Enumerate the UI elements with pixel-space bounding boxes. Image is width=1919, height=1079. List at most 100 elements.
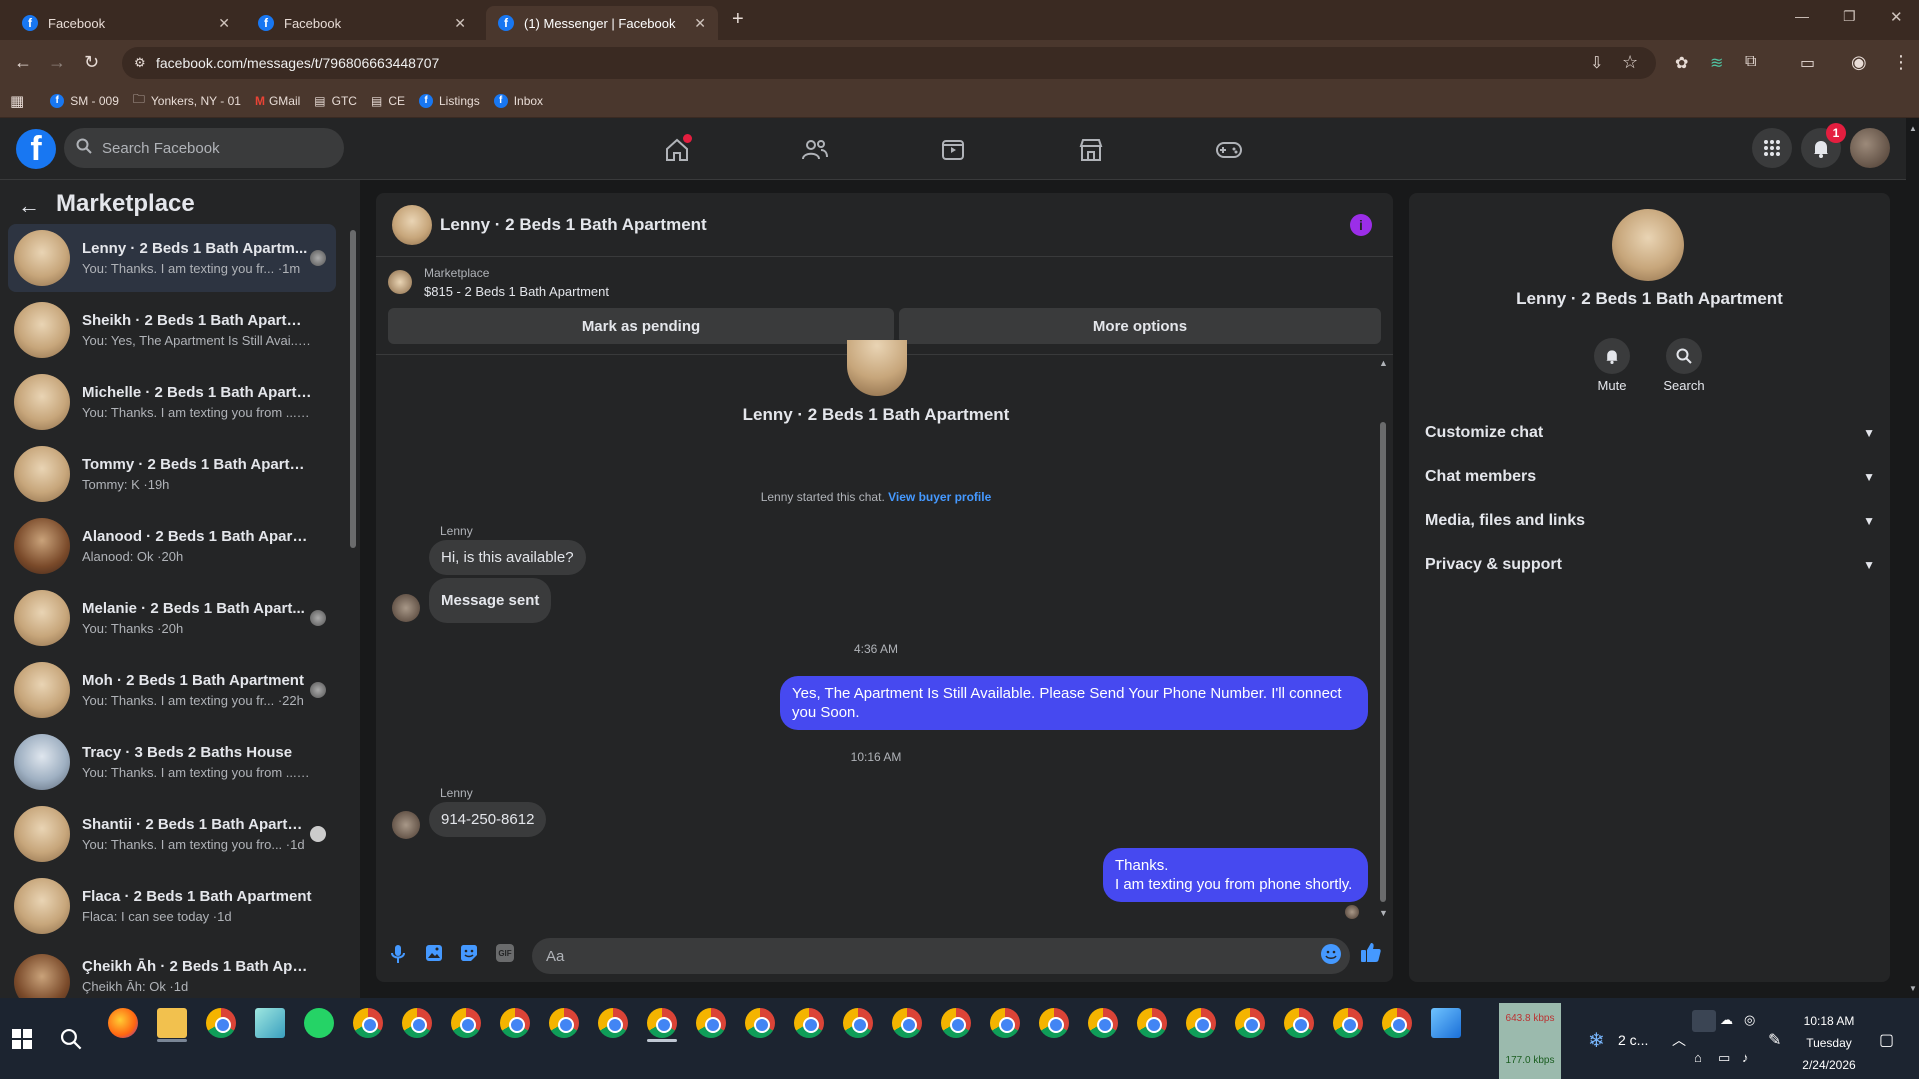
photos-app-icon[interactable] <box>1431 1008 1461 1038</box>
chat-scrollbar[interactable] <box>1380 422 1386 902</box>
page-scroll-down-icon[interactable]: ▼ <box>1909 984 1917 993</box>
page-scrollbar-track[interactable] <box>1906 118 1919 998</box>
chrome-icon[interactable] <box>1088 1008 1118 1038</box>
chrome-icon[interactable] <box>402 1008 432 1038</box>
browser-tab-2[interactable]: f Facebook ✕ <box>246 6 478 40</box>
profile-icon[interactable]: ◉ <box>1851 52 1867 73</box>
conversation-item[interactable]: Alanood · 2 Beds 1 Bath Apartm... Alanood… <box>8 512 336 580</box>
file-explorer-icon[interactable] <box>157 1008 187 1038</box>
tray-pen-icon[interactable] <box>1692 1010 1716 1032</box>
friends-icon[interactable] <box>791 130 839 170</box>
chrome-icon[interactable] <box>745 1008 775 1038</box>
chrome-icon[interactable] <box>1039 1008 1069 1038</box>
apps-icon[interactable]: ▦ <box>10 92 24 110</box>
chrome-icon[interactable] <box>549 1008 579 1038</box>
puzzle-icon[interactable]: ⧉ <box>1745 53 1756 71</box>
chat-members-section[interactable]: Chat members ▼ <box>1425 468 1875 486</box>
tray-chevron-up-icon[interactable]: ︿ <box>1672 1030 1686 1050</box>
chrome-icon[interactable] <box>1284 1008 1314 1038</box>
taskbar-search-icon[interactable] <box>60 1028 82 1050</box>
gaming-icon[interactable] <box>1205 130 1253 170</box>
chrome-icon[interactable] <box>1333 1008 1363 1038</box>
mute-bell-icon[interactable] <box>1594 338 1630 374</box>
minimize-icon[interactable]: — <box>1795 8 1809 24</box>
weather-text[interactable]: 2 c... <box>1618 1032 1648 1048</box>
bookmark-sm-009[interactable]: f SM - 009 <box>50 93 119 108</box>
window-close-icon[interactable]: ✕ <box>1890 8 1903 26</box>
volume-icon[interactable]: ♪ <box>1742 1050 1749 1065</box>
close-icon[interactable]: ✕ <box>694 15 706 32</box>
tray-device-icon[interactable]: ⌂ <box>1694 1050 1702 1065</box>
bookmark-star-icon[interactable]: ☆ <box>1622 52 1638 73</box>
emoji-icon[interactable] <box>1321 944 1341 964</box>
extension-icon[interactable]: ✿ <box>1675 53 1688 73</box>
close-icon[interactable]: ✕ <box>454 15 466 32</box>
outgoing-message[interactable]: Yes, The Apartment Is Still Available. P… <box>780 676 1368 730</box>
chat-avatar[interactable] <box>392 205 432 245</box>
outgoing-message[interactable]: Thanks. I am texting you from phone shor… <box>1103 848 1368 902</box>
chat-header-title[interactable]: Lenny · 2 Beds 1 Bath Apartment <box>440 215 707 235</box>
chrome-icon[interactable] <box>941 1008 971 1038</box>
back-arrow-icon[interactable]: ← <box>18 193 40 219</box>
chrome-icon[interactable] <box>1382 1008 1412 1038</box>
tray-camera-icon[interactable]: ◎ <box>1744 1012 1755 1028</box>
windows-start-icon[interactable] <box>12 1029 32 1049</box>
message-input[interactable]: Aa <box>532 938 1350 974</box>
conversation-item[interactable]: Çheikh Āh · 2 Beds 1 Bath Apart... Çheikh… <box>8 944 336 998</box>
incoming-message[interactable]: Message sent <box>429 578 552 623</box>
extension-icon[interactable]: ≋ <box>1710 53 1723 73</box>
home-icon[interactable] <box>653 130 701 170</box>
conversation-item[interactable]: Flaca · 2 Beds 1 Bath Apartment Flaca: I … <box>8 872 336 940</box>
video-icon[interactable] <box>929 130 977 170</box>
weather-snow-icon[interactable]: ❄ <box>1588 1028 1605 1053</box>
incoming-message[interactable]: Hi, is this available? <box>429 540 586 575</box>
clock[interactable]: 10:18 AM Tuesday 2/24/2026 <box>1790 1010 1868 1076</box>
page-scroll-up-icon[interactable]: ▲ <box>1909 124 1917 133</box>
chrome-icon[interactable] <box>1137 1008 1167 1038</box>
onedrive-cloud-icon[interactable]: ☁ <box>1720 1012 1733 1028</box>
site-info-icon[interactable]: ⚙ <box>134 55 146 71</box>
url-bar[interactable]: facebook.com/messages/t/796806663448707 <box>122 47 1656 79</box>
network-icon[interactable]: ▭ <box>1718 1050 1730 1066</box>
conversation-item[interactable]: Tommy · 2 Beds 1 Bath Apartment Tommy: K … <box>8 440 336 508</box>
account-avatar[interactable] <box>1850 128 1890 168</box>
app-icon[interactable] <box>255 1008 285 1038</box>
customize-chat-section[interactable]: Customize chat ▼ <box>1425 424 1875 442</box>
media-files-links-section[interactable]: Media, files and links ▼ <box>1425 512 1875 530</box>
close-icon[interactable]: ✕ <box>218 15 230 32</box>
whatsapp-icon[interactable] <box>304 1008 334 1038</box>
conversation-item[interactable]: Lenny · 2 Beds 1 Bath Apartm... You: Than… <box>8 224 336 292</box>
chrome-icon[interactable] <box>1235 1008 1265 1038</box>
search-icon[interactable] <box>1666 338 1702 374</box>
chrome-icon[interactable] <box>794 1008 824 1038</box>
conversation-item[interactable]: Tracy · 3 Beds 2 Baths House You: Thanks.… <box>8 728 336 796</box>
more-options-button[interactable]: More options <box>899 308 1381 344</box>
browser-tab-1[interactable]: f Facebook ✕ <box>10 6 242 40</box>
menu-grid-icon[interactable] <box>1752 128 1792 168</box>
mark-as-pending-button[interactable]: Mark as pending <box>388 308 894 344</box>
browser-tab-3-active[interactable]: f (1) Messenger | Facebook ✕ <box>486 6 718 40</box>
chrome-icon[interactable] <box>843 1008 873 1038</box>
chrome-icon[interactable] <box>990 1008 1020 1038</box>
bookmark-ce[interactable]: ▤ CE <box>371 94 405 108</box>
chrome-icon[interactable] <box>353 1008 383 1038</box>
conversation-item[interactable]: Sheikh · 2 Beds 1 Bath Apartment You: Yes… <box>8 296 336 364</box>
chrome-icon[interactable] <box>696 1008 726 1038</box>
sender-avatar[interactable] <box>392 811 420 839</box>
back-icon[interactable]: ← <box>14 52 32 73</box>
photo-icon[interactable] <box>425 944 443 962</box>
conversation-item[interactable]: Melanie · 2 Beds 1 Bath Apart... You: Tha… <box>8 584 336 652</box>
forward-icon[interactable]: → <box>48 52 66 73</box>
gif-icon[interactable]: GIF <box>496 944 514 962</box>
chrome-icon[interactable] <box>1186 1008 1216 1038</box>
pen-icon[interactable]: ✎ <box>1768 1030 1781 1050</box>
like-thumb-icon[interactable] <box>1360 941 1382 963</box>
firefox-icon[interactable] <box>108 1008 138 1038</box>
facebook-logo-icon[interactable]: f <box>16 129 56 169</box>
bookmark-inbox[interactable]: f Inbox <box>493 93 543 108</box>
conversation-item[interactable]: Shantii · 2 Beds 1 Bath Apartm... You: Th… <box>8 800 336 868</box>
privacy-support-section[interactable]: Privacy & support ▼ <box>1425 556 1875 574</box>
contact-avatar[interactable] <box>1612 209 1684 281</box>
microphone-icon[interactable] <box>390 944 406 964</box>
list-scrollbar[interactable] <box>350 230 356 548</box>
